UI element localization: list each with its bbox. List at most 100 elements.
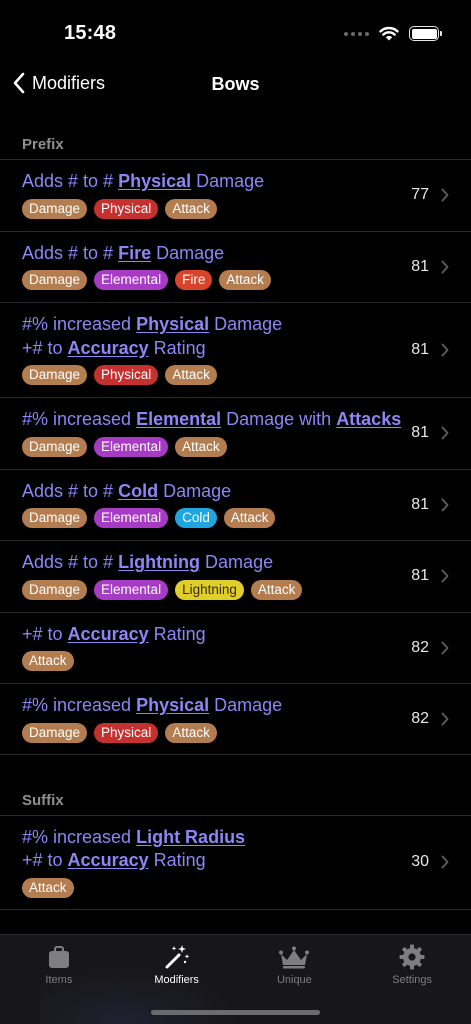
modifier-text: #% increased [22,826,137,847]
tag-damage: Damage [22,365,88,385]
tag-physical: Physical [94,198,159,219]
modifier-text: Adds # to # [22,480,119,501]
list-item[interactable]: +# to Accuracy Rating Attack 82 [0,611,471,684]
cellular-signal-icon [344,31,369,36]
tab-items[interactable]: Items [0,935,118,995]
tag-attack: Attack [175,436,227,457]
tag-damage: Damage [22,198,88,219]
modifier-title: #% increased Physical Damage +# to Accura… [22,313,419,360]
tag-fire: Fire [175,270,213,290]
tag-list: Damage Physical Attack [22,365,419,385]
keyword-link[interactable]: Fire [118,243,151,263]
keyword-link[interactable]: Attacks [336,409,401,429]
keyword-link[interactable]: Physical [136,695,209,715]
modifier-list[interactable]: Prefix Adds # to # Physical Damage Damage P… [0,122,471,910]
list-item[interactable]: Adds # to # Cold Damage Damage Elemental Co… [0,468,471,541]
tab-settings[interactable]: Settings [353,935,471,995]
tag-attack: Attack [165,365,217,385]
modifier-text: #% increased [22,695,137,715]
modifier-text: Adds # to # [22,552,119,572]
keyword-link[interactable]: Physical [136,314,209,334]
tag-elemental: Elemental [94,508,169,528]
tag-cold: Cold [175,508,217,528]
back-button[interactable]: Modifiers [12,72,105,94]
modifier-text: Damage [209,314,283,334]
modifier-text: Damage with [221,409,337,429]
home-indicator [151,1010,320,1015]
keyword-link[interactable]: Light Radius [136,827,245,847]
wifi-icon [379,26,399,41]
modifier-text: +# to [22,623,68,644]
keyword-link[interactable]: Accuracy [68,624,149,644]
tag-damage: Damage [22,579,88,600]
section-prefix: Adds # to # Physical Damage Damage Physica… [0,159,471,755]
bag-icon [48,946,69,968]
item-level-value: 82 [411,709,429,727]
tag-lightning: Lightning [175,579,244,600]
item-level-value: 30 [411,853,429,870]
tag-physical: Physical [94,365,159,385]
tab-unique[interactable]: Unique [236,935,354,995]
tag-list: Damage Elemental Lightning Attack [22,579,419,600]
chevron-right-icon [441,426,449,440]
item-level-value: 81 [411,341,429,358]
tag-attack: Attack [22,877,74,898]
chevron-right-icon [441,712,449,726]
modifier-text: Rating [148,337,206,358]
keyword-link[interactable]: Accuracy [68,338,149,358]
list-item[interactable]: #% increased Light Radius +# to Accuracy … [0,814,471,910]
item-level-value: 81 [411,257,429,275]
keyword-link[interactable]: Cold [118,481,158,501]
keyword-link[interactable]: Lightning [118,552,200,572]
crown-icon [279,946,310,969]
list-item[interactable]: Adds # to # Lightning Damage Damage Elemen… [0,540,471,612]
tag-attack: Attack [250,579,303,600]
modifier-title: Adds # to # Lightning Damage [22,551,419,575]
modifier-text: Adds # to # [22,171,119,191]
list-item[interactable]: Adds # to # Fire Damage Damage Elemental Fi… [0,230,471,303]
keyword-link[interactable]: Accuracy [68,850,149,870]
modifier-text: Adds # to # [22,242,119,263]
tag-attack: Attack [22,651,74,671]
keyword-link[interactable]: Elemental [136,409,221,429]
modifier-text: Damage [158,480,232,501]
tag-elemental: Elemental [94,270,169,290]
modifier-text: Damage [209,695,283,715]
battery-icon [409,26,442,41]
modifier-title: #% increased Elemental Damage with Attac… [22,408,419,432]
list-item[interactable]: Adds # to # Physical Damage Damage Physica… [0,159,471,231]
tab-modifiers[interactable]: Modifiers [118,935,236,995]
modifier-title: Adds # to # Physical Damage [22,170,419,194]
tag-list: Damage Elemental Fire Attack [22,270,419,290]
item-level-value: 81 [411,495,429,513]
item-level-value: 81 [411,567,429,585]
chevron-left-icon [13,72,25,94]
chevron-right-icon [441,569,449,583]
modifier-title: Adds # to # Cold Damage [22,480,419,504]
tag-list: Damage Physical Attack [22,722,419,743]
modifier-title: #% increased Physical Damage [22,694,419,718]
modifier-text: +# to [22,850,68,870]
back-label: Modifiers [32,72,106,93]
tag-attack: Attack [165,198,217,219]
status-time: 15:48 [64,22,117,44]
tag-attack: Attack [165,722,217,743]
keyword-link[interactable]: Physical [118,171,191,191]
tab-label: Items [45,974,73,986]
tag-list: Damage Elemental Attack [22,436,419,457]
list-item[interactable]: #% increased Physical Damage Damage Physic… [0,683,471,755]
list-item[interactable]: #% increased Elemental Damage with Attac… [0,397,471,469]
magic-wand-icon [165,945,190,969]
tag-list: Attack [22,877,419,898]
modifier-text: #% increased [22,314,137,334]
chevron-right-icon [441,343,449,357]
list-item[interactable]: #% increased Physical Damage +# to Accura… [0,302,471,397]
modifier-text: #% increased [22,409,137,429]
tag-damage: Damage [22,508,88,528]
section-header-prefix: Prefix [22,136,64,153]
modifier-title: +# to Accuracy Rating [22,623,419,647]
item-level-value: 77 [411,186,429,204]
item-level-value: 82 [411,638,429,656]
tag-damage: Damage [22,436,88,457]
modifier-text: Damage [151,242,225,263]
